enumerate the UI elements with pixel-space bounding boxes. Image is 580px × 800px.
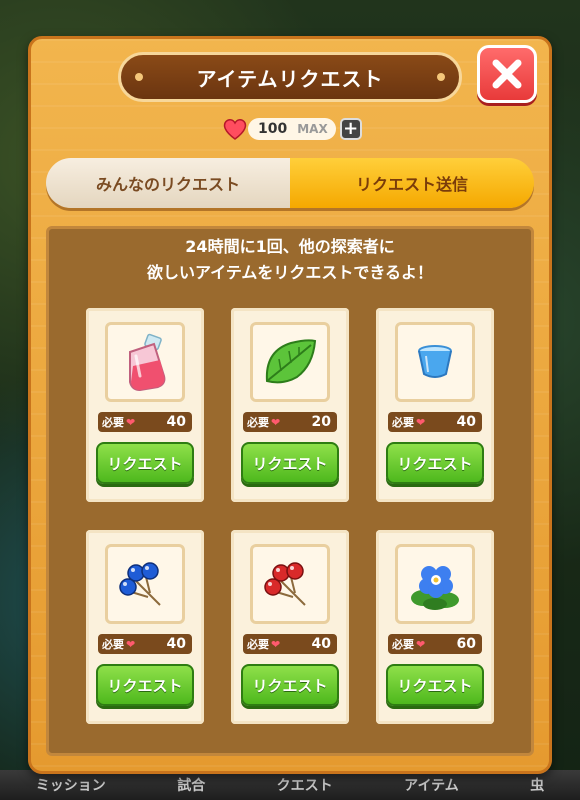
cost-value: 60 [456, 636, 476, 652]
info-message-line1: 24時間に1回、他の探索者に [185, 237, 395, 256]
cost-label: 必要 [247, 638, 269, 651]
item-frame [105, 322, 185, 402]
add-hearts-button[interactable]: + [339, 118, 362, 140]
cost-bar: 必要 ❤ 40 [98, 634, 192, 654]
dialog-title-bar: アイテムリクエスト [118, 52, 462, 102]
request-button[interactable]: リクエスト [96, 442, 194, 484]
nav-quest[interactable]: クエスト [277, 775, 333, 795]
heart-counter: 100 MAX + [222, 116, 362, 142]
heart-icon: ❤ [271, 415, 281, 429]
item-frame [250, 544, 330, 624]
info-message-line2: 欲しいアイテムをリクエストできるよ！ [146, 263, 434, 282]
item-frame [395, 322, 475, 402]
title-rivet [437, 73, 445, 81]
item-frame [105, 544, 185, 624]
red-berries-icon [264, 562, 306, 606]
nav-mission[interactable]: ミッション [36, 775, 106, 795]
cost-value: 40 [456, 414, 476, 430]
leaf-icon [265, 339, 317, 384]
info-message: 24時間に1回、他の探索者に 欲しいアイテムをリクエストできるよ！ [46, 234, 534, 286]
tab-everyone-requests[interactable]: みんなのリクエスト [46, 158, 290, 208]
item-card: 必要 ❤ 40 リクエスト [86, 530, 204, 724]
dialog-title: アイテムリクエスト [196, 66, 384, 91]
heart-icon: ❤ [126, 637, 136, 651]
cost-label: 必要 [392, 638, 414, 651]
heart-icon: ❤ [126, 415, 136, 429]
heart-count: 100 [258, 121, 288, 137]
cost-bar: 必要 ❤ 60 [388, 634, 482, 654]
cost-label: 必要 [102, 638, 124, 651]
item-frame [395, 544, 475, 624]
request-button[interactable]: リクエスト [96, 664, 194, 706]
nav-match[interactable]: 試合 [177, 775, 205, 795]
heart-icon: ❤ [416, 637, 426, 651]
cost-bar: 必要 ❤ 40 [243, 634, 337, 654]
nav-insect[interactable]: 虫 [530, 775, 544, 795]
cost-label: 必要 [392, 416, 414, 429]
bottom-nav: ミッション 試合 クエスト アイテム 虫 [0, 770, 580, 800]
cost-value: 40 [166, 636, 186, 652]
item-card: 必要 ❤ 40 リクエスト [86, 308, 204, 502]
item-card: 必要 ❤ 60 リクエスト [376, 530, 494, 724]
item-frame [250, 322, 330, 402]
cost-bar: 必要 ❤ 40 [98, 412, 192, 432]
request-button[interactable]: リクエスト [241, 664, 339, 706]
item-card: 必要 ❤ 40 リクエスト [231, 530, 349, 724]
title-rivet [135, 73, 143, 81]
heart-icon [223, 118, 247, 140]
cost-value: 40 [311, 636, 331, 652]
tab-send-request[interactable]: リクエスト送信 [290, 158, 534, 208]
blue-flower-icon [411, 566, 459, 610]
cost-label: 必要 [247, 416, 269, 429]
request-tabs: みんなのリクエスト リクエスト送信 [46, 158, 534, 208]
nav-item[interactable]: アイテム [404, 775, 459, 795]
heart-max-label: MAX [297, 122, 328, 136]
request-button[interactable]: リクエスト [386, 664, 484, 706]
cost-value: 40 [166, 414, 186, 430]
heart-icon: ❤ [416, 415, 426, 429]
cost-label: 必要 [102, 416, 124, 429]
potion-bottle-icon [129, 333, 166, 392]
item-card: 必要 ❤ 20 リクエスト [231, 308, 349, 502]
close-icon [492, 59, 522, 89]
request-button[interactable]: リクエスト [241, 442, 339, 484]
request-button[interactable]: リクエスト [386, 442, 484, 484]
blue-cup-icon [418, 345, 452, 378]
item-card: 必要 ❤ 40 リクエスト [376, 308, 494, 502]
heart-icon: ❤ [271, 637, 281, 651]
cost-value: 20 [311, 414, 331, 430]
cost-bar: 必要 ❤ 20 [243, 412, 337, 432]
blue-berries-icon [119, 562, 161, 606]
cost-bar: 必要 ❤ 40 [388, 412, 482, 432]
close-button[interactable] [477, 45, 537, 103]
heart-pill: 100 MAX [248, 118, 336, 140]
